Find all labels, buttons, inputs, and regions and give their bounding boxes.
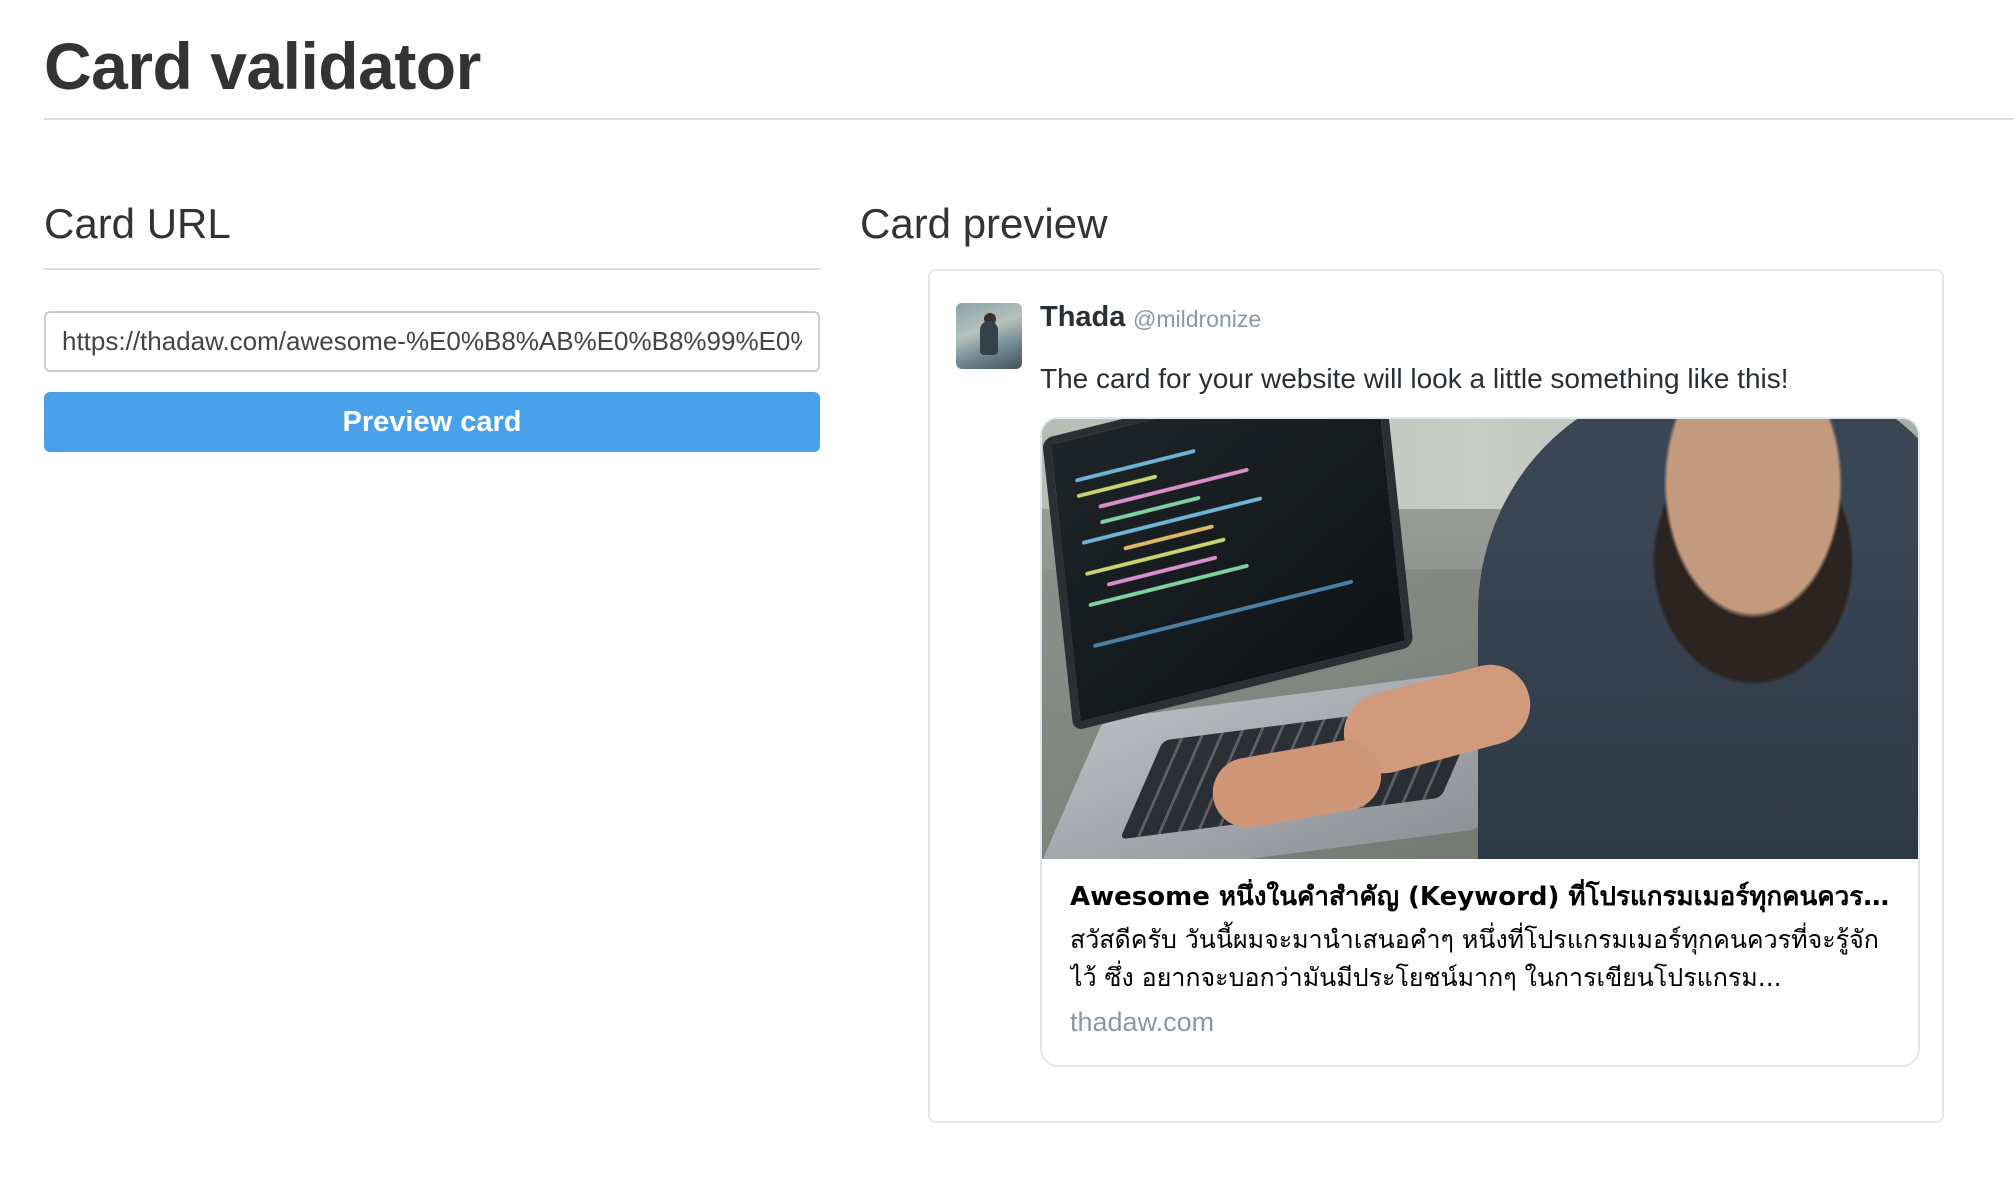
- card-image[interactable]: [1042, 419, 1918, 859]
- avatar[interactable]: [956, 303, 1022, 369]
- tweet-author-handle[interactable]: @mildronize: [1133, 306, 1261, 333]
- avatar-figure-shape: [980, 321, 998, 355]
- card-url-input[interactable]: [44, 311, 820, 372]
- card-domain[interactable]: thadaw.com: [1070, 1007, 1890, 1038]
- code-line: [1106, 555, 1218, 587]
- title-divider: [44, 118, 2014, 120]
- card-url-heading: Card URL: [44, 200, 231, 247]
- tweet-author-name[interactable]: Thada: [1040, 301, 1125, 334]
- tweet-text: The card for your website will look a li…: [1040, 363, 1789, 394]
- preview-card-button[interactable]: Preview card: [44, 392, 820, 452]
- link-card[interactable]: Awesome หนึ่งในคำสำคัญ (Keyword) ที่โปรแ…: [1040, 417, 1920, 1067]
- page-title: Card validator: [44, 29, 481, 103]
- image-person: [1478, 419, 1918, 859]
- card-url-divider: [44, 268, 820, 270]
- card-preview-panel: Thada @mildronize The card for your webs…: [928, 269, 1944, 1123]
- card-title[interactable]: Awesome หนึ่งในคำสำคัญ (Keyword) ที่โปรแ…: [1070, 879, 1890, 915]
- code-line: [1092, 579, 1354, 649]
- card-body: Awesome หนึ่งในคำสำคัญ (Keyword) ที่โปรแ…: [1042, 859, 1918, 1038]
- card-description: สวัสดีครับ วันนี้ผมจะมานำเสนอคำๆ หนึ่งที…: [1070, 925, 1879, 992]
- code-line: [1075, 448, 1196, 483]
- card-preview-heading: Card preview: [860, 200, 1108, 247]
